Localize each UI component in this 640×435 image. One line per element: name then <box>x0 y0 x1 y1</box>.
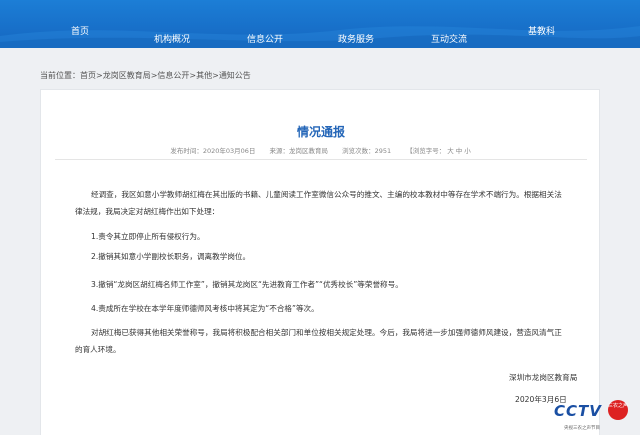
article-paragraph-item-1: 1.责令其立即停止所有侵权行为。 <box>91 232 205 241</box>
article-paragraph-closing: 对胡红梅已获得其他相关荣誉称号，我局将积极配合相关部门和单位按相关规定处理。今后… <box>75 328 562 354</box>
font-size-switcher: 【浏览字号：大中小 <box>405 147 472 155</box>
article-paragraph-item-3: 3.撤销“龙岗区胡红梅名师工作室”，撤销其龙岗区“先进教育工作者”“优秀校长”等… <box>91 280 403 289</box>
font-size-large[interactable]: 大 <box>447 147 454 155</box>
nav-organization[interactable]: 机构概况 <box>154 32 190 45</box>
nav-interaction[interactable]: 互动交流 <box>431 32 467 45</box>
breadcrumb-separator: > <box>96 71 103 80</box>
breadcrumb-item-notice[interactable]: 通知公告 <box>219 71 251 80</box>
cctv-watermark: CCTV 三农之声 央视三农之声节目 <box>548 398 634 434</box>
title-divider <box>55 159 587 160</box>
watermark-subtitle: 央视三农之声节目 <box>564 426 600 431</box>
top-navigation-bar: 首页 机构概况 信息公开 政务服务 互动交流 基教科 <box>0 0 640 48</box>
publish-time: 发布时间：2020年03月06日 <box>170 147 256 155</box>
article-paragraph-item-2: 2.撤销其如意小学副校长职务，调离教学岗位。 <box>91 252 251 261</box>
article-paragraph-item-4: 4.责成所在学校在本学年度师德师风考核中将其定为“不合格”等次。 <box>91 304 319 313</box>
cctv-logo-text: CCTV <box>554 402 602 420</box>
nav-home[interactable]: 首页 <box>71 24 89 37</box>
article-paragraph-intro: 经调查，我区如意小学教师胡红梅在其出版的书籍、儿童阅读工作室微信公众号的推文、主… <box>75 190 562 216</box>
font-size-medium[interactable]: 中 <box>456 147 463 155</box>
font-size-small[interactable]: 小 <box>464 147 471 155</box>
nav-gov-service[interactable]: 政务服务 <box>338 32 374 45</box>
breadcrumb-item-other[interactable]: 其他 <box>196 71 212 80</box>
nav-basic-education[interactable]: 基教科 <box>528 24 555 37</box>
breadcrumb-separator: > <box>212 71 219 80</box>
breadcrumb-item-home[interactable]: 首页 <box>80 71 96 80</box>
nav-info-disclosure[interactable]: 信息公开 <box>247 32 283 45</box>
article-meta: 发布时间：2020年03月06日 来源：龙岗区教育局 浏览次数：2951 【浏览… <box>41 145 601 155</box>
font-size-label: 【浏览字号： <box>406 147 446 155</box>
article-source: 来源：龙岗区教育局 <box>269 147 328 155</box>
program-badge: 三农之声 <box>608 400 628 420</box>
article-panel: 情况通报 发布时间：2020年03月06日 来源：龙岗区教育局 浏览次数：295… <box>40 89 600 435</box>
breadcrumb-prefix: 当前位置： <box>40 71 80 80</box>
breadcrumb-item-bureau[interactable]: 龙岗区教育局 <box>103 71 151 80</box>
view-count: 浏览次数：2951 <box>342 147 392 155</box>
article-signature: 深圳市龙岗区教育局 <box>509 373 578 382</box>
article-title: 情况通报 <box>296 125 345 139</box>
breadcrumb: 当前位置：首页>龙岗区教育局>信息公开>其他>通知公告 <box>40 70 251 81</box>
breadcrumb-item-disclosure[interactable]: 信息公开 <box>157 71 189 80</box>
